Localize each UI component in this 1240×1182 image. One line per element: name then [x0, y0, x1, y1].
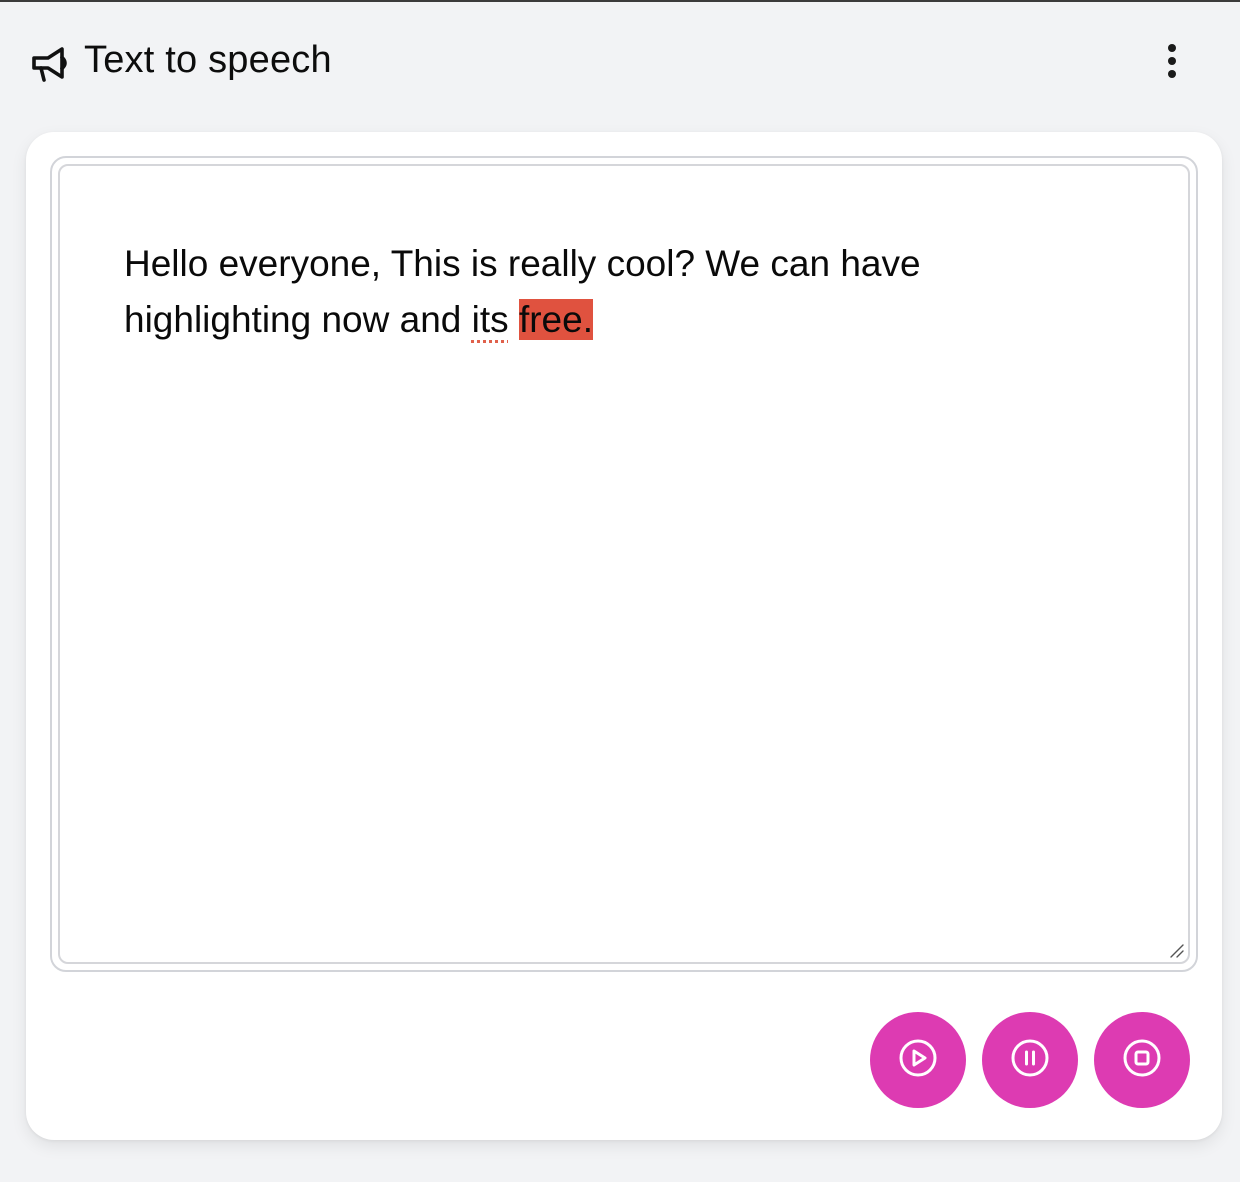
- stop-circle-icon: [1121, 1037, 1163, 1084]
- megaphone-icon: [28, 42, 72, 86]
- more-vertical-icon-dot: [1168, 57, 1176, 65]
- text-editor[interactable]: Hello everyone, This is really cool? We …: [58, 164, 1190, 964]
- text-segment: [509, 299, 519, 340]
- more-options-button[interactable]: [1152, 38, 1192, 84]
- more-vertical-icon: [1168, 44, 1176, 52]
- playback-controls: [870, 1012, 1194, 1108]
- play-circle-icon: [897, 1037, 939, 1084]
- stop-button[interactable]: [1094, 1012, 1190, 1108]
- misspelled-word[interactable]: its: [472, 299, 509, 340]
- app-header: Text to speech: [0, 2, 1240, 114]
- highlighted-word: free.: [518, 299, 593, 340]
- play-button[interactable]: [870, 1012, 966, 1108]
- pause-circle-icon: [1009, 1037, 1051, 1084]
- tts-card: Hello everyone, This is really cool? We …: [26, 132, 1222, 1140]
- resize-handle-icon[interactable]: [1168, 942, 1184, 958]
- pause-button[interactable]: [982, 1012, 1078, 1108]
- page-title: Text to speech: [84, 39, 332, 81]
- text-editor-frame: Hello everyone, This is really cool? We …: [50, 156, 1198, 972]
- editor-text[interactable]: Hello everyone, This is really cool? We …: [124, 236, 1004, 348]
- more-vertical-icon-dot: [1168, 70, 1176, 78]
